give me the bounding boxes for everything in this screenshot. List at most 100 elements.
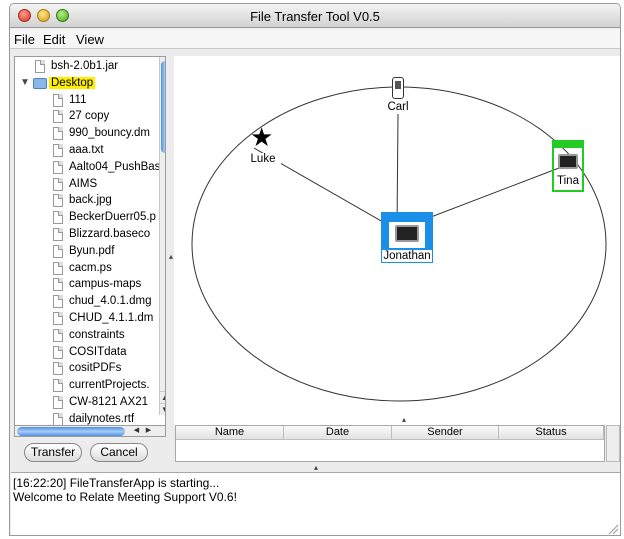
tree-item-label: chud_4.0.1.dmg [69, 295, 152, 308]
tree-item-label: dailynotes.rtf [69, 412, 135, 425]
tree-item-label: campus-maps [69, 278, 142, 291]
file-tree[interactable]: bsh-2.0b1.jar ▼ Desktop 111 27 copy 990_bounc… [14, 56, 166, 426]
monitor-icon [395, 225, 419, 242]
tree-file-row[interactable]: dailynotes.rtf [15, 412, 159, 425]
column-header-name[interactable]: Name [176, 426, 284, 440]
star-icon: ★ [250, 122, 274, 152]
title-bar: File Transfer Tool V0.5 [10, 4, 620, 28]
tree-file-row[interactable]: currentProjects. [15, 378, 159, 395]
file-icon [53, 127, 63, 141]
tree-item-label: BeckerDuerr05.p [69, 211, 156, 224]
tree-file-row[interactable]: AIMS [15, 177, 159, 194]
file-icon [53, 160, 63, 174]
tree-file-row[interactable]: campus-maps [15, 277, 159, 294]
tree-item-label: aaa.txt [69, 144, 104, 156]
file-icon [53, 345, 63, 359]
tree-file-row[interactable]: aaa.txt [15, 143, 159, 160]
file-icon [53, 312, 63, 325]
tree-item-label: Blizzard.baseco [69, 228, 151, 240]
log-line: [16:22:20] FileTransferApp is starting..… [13, 476, 220, 490]
transfers-table-scrollbar[interactable] [606, 425, 620, 462]
tree-item-label: cositPDFs [69, 362, 122, 375]
tree-file-row[interactable]: chud_4.0.1.dmg [15, 294, 159, 311]
tree-file-row[interactable]: Aalto04_PushBas [15, 160, 161, 177]
column-header-status[interactable]: Status [499, 426, 604, 440]
splitter-handle-icon[interactable]: ▴ [169, 252, 173, 261]
tree-file-row[interactable]: 990_bouncy.dm [15, 126, 159, 143]
resize-grip-icon[interactable] [607, 523, 619, 535]
node-carl[interactable]: Carl [380, 74, 416, 118]
transfers-table[interactable]: Name Date Sender Status [175, 425, 605, 462]
tree-file-row[interactable]: constraints [15, 328, 159, 345]
file-icon [53, 211, 63, 225]
tree-file-row[interactable]: 111 [15, 93, 159, 110]
scroll-down-arrow-icon[interactable]: ▼ [160, 403, 165, 414]
column-header-sender[interactable]: Sender [392, 426, 499, 440]
tree-horizontal-scrollbar[interactable]: ◀ ▶ [14, 425, 166, 437]
tree-file-row[interactable]: COSITdata [15, 345, 159, 362]
log-splitter-handle-icon[interactable]: ▴ [314, 463, 318, 472]
node-tina[interactable]: Tina [552, 140, 584, 192]
disclosure-triangle-icon[interactable]: ▼ [20, 77, 30, 88]
file-icon [53, 278, 63, 292]
file-icon [53, 362, 63, 376]
monitor-icon [558, 154, 578, 169]
file-icon [53, 144, 63, 157]
tree-file-row[interactable]: Blizzard.baseco [15, 227, 159, 244]
node-label-tina: Tina [557, 175, 579, 187]
tree-item-label: constraints [69, 328, 125, 341]
tree-file-row[interactable]: back.jpg [15, 193, 159, 210]
tree-item-label: bsh-2.0b1.jar [51, 60, 119, 72]
tree-file-row[interactable]: bsh-2.0b1.jar [15, 59, 159, 76]
file-icon [53, 194, 63, 208]
tree-file-row[interactable]: cositPDFs [15, 361, 159, 378]
tree-file-row[interactable]: CW-8121 AX21 [15, 395, 159, 412]
node-tina-header [552, 140, 584, 148]
mobile-phone-icon [392, 77, 404, 99]
tree-vertical-scroll-thumb[interactable] [161, 61, 165, 153]
tree-item-label: Desktop [49, 76, 96, 89]
tree-file-row[interactable]: Byun.pdf [15, 244, 159, 261]
tree-file-row[interactable]: BeckerDuerr05.p [15, 210, 159, 227]
file-icon [35, 60, 45, 73]
log-line: Welcome to Relate Meeting Support V0.6! [13, 490, 237, 504]
tree-item-label: COSITdata [69, 345, 127, 358]
log-panel: [16:22:20] FileTransferApp is starting..… [11, 472, 620, 535]
menu-file[interactable]: File [14, 32, 35, 47]
node-jonathan[interactable]: Jonathan [381, 212, 433, 266]
transfer-button[interactable]: Transfer [24, 443, 82, 462]
file-icon [53, 93, 63, 107]
menu-view[interactable]: View [76, 32, 104, 47]
file-icon [53, 328, 63, 342]
tree-file-row[interactable]: 27 copy [15, 109, 159, 126]
tree-item-label: CW-8121 AX21 [69, 396, 149, 408]
scroll-up-arrow-icon[interactable]: ▲ [160, 391, 165, 402]
canvas-splitter-handle-icon[interactable]: ▴ [402, 415, 406, 424]
tree-horizontal-scroll-thumb[interactable] [17, 427, 125, 436]
scroll-left-arrow-icon[interactable]: ◀ [131, 426, 142, 436]
tree-vertical-scrollbar[interactable]: ▲ ▼ [159, 57, 165, 415]
node-label-jonathan: Jonathan [381, 249, 433, 263]
tree-file-row[interactable]: CHUD_4.1.1.dm [15, 311, 159, 328]
cancel-button[interactable]: Cancel [90, 443, 148, 462]
file-icon [53, 295, 63, 309]
tree-item-label: currentProjects. [69, 379, 150, 392]
file-icon [53, 228, 63, 241]
tree-item-label: back.jpg [69, 194, 112, 207]
tree-item-label: 990_bouncy.dm [69, 127, 150, 140]
file-icon [53, 244, 63, 258]
tree-item-label: Aalto04_PushBas [69, 160, 161, 173]
scroll-right-arrow-icon[interactable]: ▶ [143, 426, 154, 436]
folder-icon [33, 77, 47, 89]
node-luke[interactable]: ★ Luke [245, 122, 281, 169]
tree-folder-row[interactable]: ▼ Desktop [15, 76, 159, 93]
node-label-luke: Luke [245, 153, 281, 165]
menu-edit[interactable]: Edit [43, 32, 65, 47]
file-icon [53, 177, 63, 191]
file-icon [53, 379, 63, 393]
column-header-date[interactable]: Date [284, 426, 392, 440]
menu-bar: File Edit View [10, 29, 620, 49]
participants-canvas[interactable]: Carl ★ Luke Tina Jonathan ▴ [174, 56, 620, 426]
tree-file-row[interactable]: cacm.ps [15, 261, 159, 278]
tree-item-label: 27 copy [69, 110, 110, 123]
